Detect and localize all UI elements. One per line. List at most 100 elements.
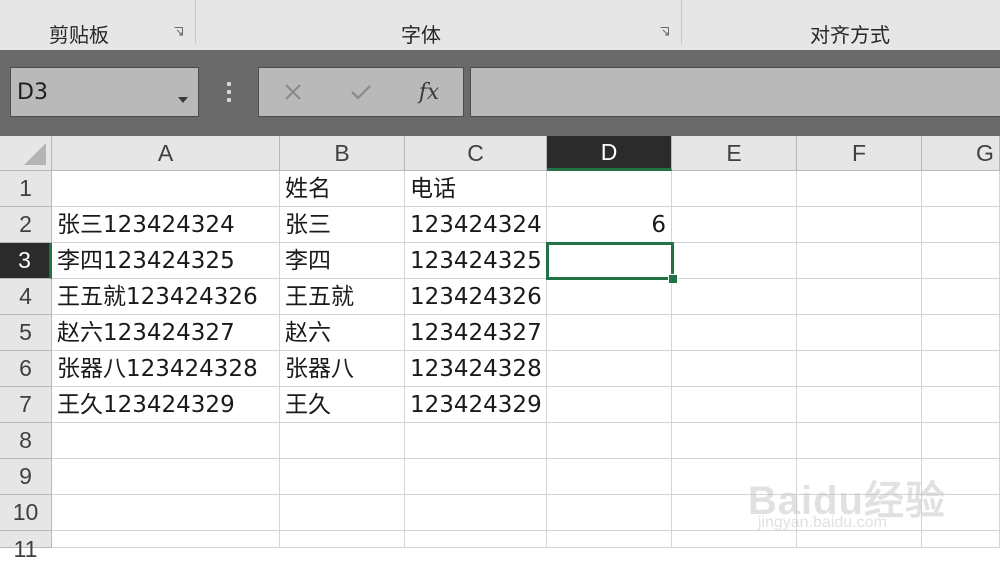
column-header-b[interactable]: B <box>280 136 405 171</box>
cell-b5[interactable]: 赵六 <box>280 315 405 351</box>
cell-c3[interactable]: 123424325 <box>405 243 547 279</box>
formula-input[interactable] <box>470 67 1000 117</box>
cell-b11[interactable] <box>280 531 405 548</box>
cell-d11[interactable] <box>547 531 672 548</box>
cancel-button[interactable] <box>263 68 323 116</box>
select-all-button[interactable] <box>0 136 52 171</box>
cell-d5[interactable] <box>547 315 672 351</box>
cell-e1[interactable] <box>672 171 797 207</box>
cell-a7[interactable]: 王久123424329 <box>52 387 280 423</box>
insert-function-button[interactable]: fx <box>399 68 459 116</box>
cell-c2[interactable]: 123424324 <box>405 207 547 243</box>
more-options-icon[interactable] <box>222 80 238 110</box>
cell-f6[interactable] <box>797 351 922 387</box>
cell-f7[interactable] <box>797 387 922 423</box>
column-header-a[interactable]: A <box>52 136 280 171</box>
cell-e5[interactable] <box>672 315 797 351</box>
name-box-value[interactable]: D3 <box>17 80 48 105</box>
row-header-1[interactable]: 1 <box>0 171 52 207</box>
cell-g7[interactable] <box>922 387 1000 423</box>
cell-c9[interactable] <box>405 459 547 495</box>
cell-g11[interactable] <box>922 531 1000 548</box>
dialog-launcher-icon[interactable] <box>174 27 183 36</box>
cell-b2[interactable]: 张三 <box>280 207 405 243</box>
dialog-launcher-icon[interactable] <box>660 27 669 36</box>
cell-d10[interactable] <box>547 495 672 531</box>
cell-b10[interactable] <box>280 495 405 531</box>
cell-c4[interactable]: 123424326 <box>405 279 547 315</box>
cell-a5[interactable]: 赵六123424327 <box>52 315 280 351</box>
cell-d2[interactable]: 6 <box>547 207 672 243</box>
cell-e3[interactable] <box>672 243 797 279</box>
cell-d9[interactable] <box>547 459 672 495</box>
row-header-8[interactable]: 8 <box>0 423 52 459</box>
cell-b3[interactable]: 李四 <box>280 243 405 279</box>
name-box[interactable]: D3 <box>10 67 199 117</box>
cell-a3[interactable]: 李四123424325 <box>52 243 280 279</box>
cell-b9[interactable] <box>280 459 405 495</box>
cell-f2[interactable] <box>797 207 922 243</box>
cell-c5[interactable]: 123424327 <box>405 315 547 351</box>
cell-f5[interactable] <box>797 315 922 351</box>
cell-a8[interactable] <box>52 423 280 459</box>
cell-a11[interactable] <box>52 531 280 548</box>
cell-a1[interactable] <box>52 171 280 207</box>
cell-b7[interactable]: 王久 <box>280 387 405 423</box>
row-header-6[interactable]: 6 <box>0 351 52 387</box>
row-header-11[interactable]: 11 <box>0 531 52 562</box>
cell-c6[interactable]: 123424328 <box>405 351 547 387</box>
enter-button[interactable] <box>331 68 391 116</box>
cell-c1[interactable]: 电话 <box>405 171 547 207</box>
row-header-3[interactable]: 3 <box>0 243 52 279</box>
column-header-f[interactable]: F <box>797 136 922 171</box>
cell-d3[interactable] <box>547 243 672 279</box>
cell-d4[interactable] <box>547 279 672 315</box>
fill-handle[interactable] <box>668 274 678 284</box>
cell-g4[interactable] <box>922 279 1000 315</box>
cell-a2[interactable]: 张三123424324 <box>52 207 280 243</box>
column-header-e[interactable]: E <box>672 136 797 171</box>
row-header-9[interactable]: 9 <box>0 459 52 495</box>
column-header-c[interactable]: C <box>405 136 547 171</box>
cell-f1[interactable] <box>797 171 922 207</box>
cell-f4[interactable] <box>797 279 922 315</box>
row-header-10[interactable]: 10 <box>0 495 52 531</box>
column-header-d[interactable]: D <box>547 136 672 171</box>
cell-b8[interactable] <box>280 423 405 459</box>
cell-b4[interactable]: 王五就 <box>280 279 405 315</box>
cell-g6[interactable] <box>922 351 1000 387</box>
cell-a10[interactable] <box>52 495 280 531</box>
cell-e11[interactable] <box>672 531 797 548</box>
cell-d7[interactable] <box>547 387 672 423</box>
cell-g2[interactable] <box>922 207 1000 243</box>
cell-g1[interactable] <box>922 171 1000 207</box>
dropdown-arrow-icon[interactable] <box>178 88 188 107</box>
cell-e2[interactable] <box>672 207 797 243</box>
cell-f3[interactable] <box>797 243 922 279</box>
cell-c7[interactable]: 123424329 <box>405 387 547 423</box>
cell-a9[interactable] <box>52 459 280 495</box>
cell-g8[interactable] <box>922 423 1000 459</box>
cell-e4[interactable] <box>672 279 797 315</box>
cell-a6[interactable]: 张器八123424328 <box>52 351 280 387</box>
cell-g5[interactable] <box>922 315 1000 351</box>
cell-f8[interactable] <box>797 423 922 459</box>
row-header-4[interactable]: 4 <box>0 279 52 315</box>
cell-c8[interactable] <box>405 423 547 459</box>
cell-e8[interactable] <box>672 423 797 459</box>
column-header-g[interactable]: G <box>922 136 1000 171</box>
cell-d1[interactable] <box>547 171 672 207</box>
row-header-5[interactable]: 5 <box>0 315 52 351</box>
cell-c10[interactable] <box>405 495 547 531</box>
cell-e6[interactable] <box>672 351 797 387</box>
row-header-7[interactable]: 7 <box>0 387 52 423</box>
cell-f11[interactable] <box>797 531 922 548</box>
cell-b1[interactable]: 姓名 <box>280 171 405 207</box>
cell-d6[interactable] <box>547 351 672 387</box>
cell-c11[interactable] <box>405 531 547 548</box>
cell-g3[interactable] <box>922 243 1000 279</box>
cell-a4[interactable]: 王五就123424326 <box>52 279 280 315</box>
row-header-2[interactable]: 2 <box>0 207 52 243</box>
cell-d8[interactable] <box>547 423 672 459</box>
cell-b6[interactable]: 张器八 <box>280 351 405 387</box>
